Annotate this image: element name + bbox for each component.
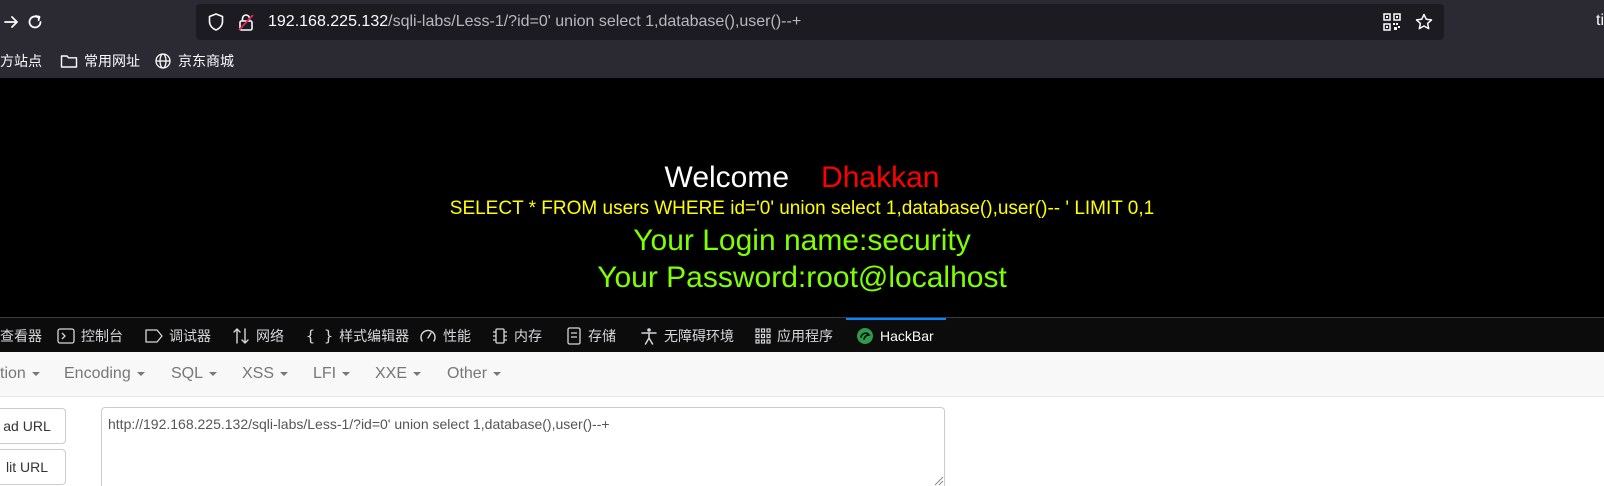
tab-memory[interactable]: 内存: [492, 318, 542, 353]
tab-hackbar[interactable]: HackBar: [846, 318, 946, 351]
tab-label: 性能: [443, 327, 471, 344]
hackbar-menu: tion Encoding SQL XSS LFI XXE Other: [0, 352, 1604, 397]
welcome-name: Dhakkan: [821, 161, 940, 194]
menu-other[interactable]: Other: [447, 352, 502, 396]
browser-toolbar: 192.168.225.132/sqli-labs/Less-1/?id=0' …: [0, 0, 1604, 44]
sql-query-text: SELECT * FROM users WHERE id='0' union s…: [449, 198, 1155, 219]
qr-code-icon[interactable]: [1382, 12, 1402, 37]
tab-label: HackBar: [880, 327, 934, 344]
hackbar-url-textarea[interactable]: http://192.168.225.132/sqli-labs/Less-1/…: [101, 407, 945, 486]
url-path: /sqli-labs/Less-1/?id=0' union select 1,…: [388, 13, 802, 30]
caret-down-icon: [280, 371, 289, 376]
caret-down-icon: [413, 371, 422, 376]
network-icon: [233, 327, 249, 344]
forward-icon[interactable]: [0, 9, 24, 35]
menu-encoding[interactable]: Encoding: [64, 352, 145, 396]
tab-debugger[interactable]: 调试器: [145, 318, 211, 353]
console-icon: [57, 327, 75, 344]
url-host: 192.168.225.132: [268, 13, 389, 30]
tab-accessibility[interactable]: 无障碍环境: [640, 318, 734, 353]
devtools-tab-bar: 查看器 控制台 调试器 网络 { } 样式编辑器 性能 内存 存储 无障碍环境 …: [0, 317, 1604, 353]
menu-label: XSS: [242, 365, 275, 382]
welcome-text: Welcome: [664, 161, 790, 194]
split-url-button[interactable]: lit URL: [0, 449, 66, 485]
tab-application[interactable]: 应用程序: [755, 318, 833, 353]
tab-label: 控制台: [81, 327, 123, 344]
password-result: Your Password:root@localhost: [597, 261, 1007, 294]
menu-label: Encoding: [64, 365, 131, 382]
tab-style-editor[interactable]: { } 样式编辑器: [306, 318, 409, 353]
url-text[interactable]: 192.168.225.132/sqli-labs/Less-1/?id=0' …: [268, 4, 801, 40]
tab-console[interactable]: 控制台: [57, 318, 123, 353]
menu-xxe[interactable]: XXE: [375, 352, 422, 396]
caret-down-icon: [342, 371, 351, 376]
accessibility-icon: [641, 327, 657, 345]
welcome-line: Welcome Dhakkan: [0, 160, 1604, 196]
bookmark-star-icon[interactable]: [1414, 12, 1434, 37]
reload-icon[interactable]: [22, 9, 48, 35]
address-bar[interactable]: 192.168.225.132/sqli-labs/Less-1/?id=0' …: [196, 4, 1444, 40]
insecure-lock-icon[interactable]: [236, 12, 256, 37]
toolbar-overflow-text[interactable]: ti: [1596, 12, 1604, 30]
tab-storage[interactable]: 存储: [566, 318, 616, 353]
tab-performance[interactable]: 性能: [419, 318, 471, 353]
menu-action[interactable]: tion: [0, 352, 40, 396]
application-icon: [755, 327, 771, 344]
bookmark-label: 京东商城: [178, 53, 234, 69]
tab-label: 存储: [588, 327, 616, 344]
login-name-result: Your Login name:security: [633, 224, 971, 257]
menu-label: XXE: [375, 365, 408, 382]
bookmark-item-official-site[interactable]: 方站点: [0, 44, 42, 78]
page-content: Welcome Dhakkan SELECT * FROM users WHERE…: [0, 78, 1604, 317]
resize-handle-icon[interactable]: [932, 474, 944, 486]
menu-lfi[interactable]: LFI: [313, 352, 351, 396]
caret-down-icon: [209, 371, 218, 376]
caret-down-icon: [31, 371, 40, 376]
hackbar-icon: [857, 327, 873, 344]
tab-label: 调试器: [169, 327, 211, 344]
tab-label: 网络: [256, 327, 284, 344]
hackbar-panel: tion Encoding SQL XSS LFI XXE Other ad U…: [0, 352, 1604, 486]
menu-sql[interactable]: SQL: [171, 352, 218, 396]
menu-label: SQL: [171, 365, 204, 382]
load-url-button[interactable]: ad URL: [0, 408, 66, 444]
tab-label: 内存: [514, 327, 542, 344]
menu-label: Other: [447, 365, 488, 382]
tab-inspector[interactable]: 查看器: [0, 318, 42, 353]
debugger-icon: [145, 328, 163, 343]
memory-icon: [493, 327, 507, 344]
bookmark-item-common-sites[interactable]: 常用网址: [60, 44, 140, 78]
menu-label: LFI: [313, 365, 337, 382]
globe-icon: [155, 53, 171, 69]
menu-label: tion: [0, 365, 26, 382]
bookmarks-toolbar: 方站点 常用网址 京东商城: [0, 44, 1604, 78]
caret-down-icon: [493, 371, 502, 376]
bookmark-item-jd-mall[interactable]: 京东商城: [154, 44, 234, 78]
style-editor-icon: { }: [306, 326, 334, 345]
tab-label: 应用程序: [777, 327, 833, 344]
tab-network[interactable]: 网络: [232, 318, 284, 353]
tab-label: 查看器: [0, 327, 42, 344]
bookmark-label: 方站点: [0, 53, 42, 69]
menu-xss[interactable]: XSS: [242, 352, 289, 396]
tab-label: 样式编辑器: [339, 327, 410, 344]
performance-icon: [420, 329, 436, 342]
tracking-protection-shield-icon[interactable]: [206, 12, 226, 37]
storage-icon: [567, 326, 581, 345]
tab-label: 无障碍环境: [664, 327, 734, 344]
bookmark-label: 常用网址: [84, 53, 140, 69]
folder-icon: [60, 55, 78, 68]
caret-down-icon: [136, 371, 145, 376]
